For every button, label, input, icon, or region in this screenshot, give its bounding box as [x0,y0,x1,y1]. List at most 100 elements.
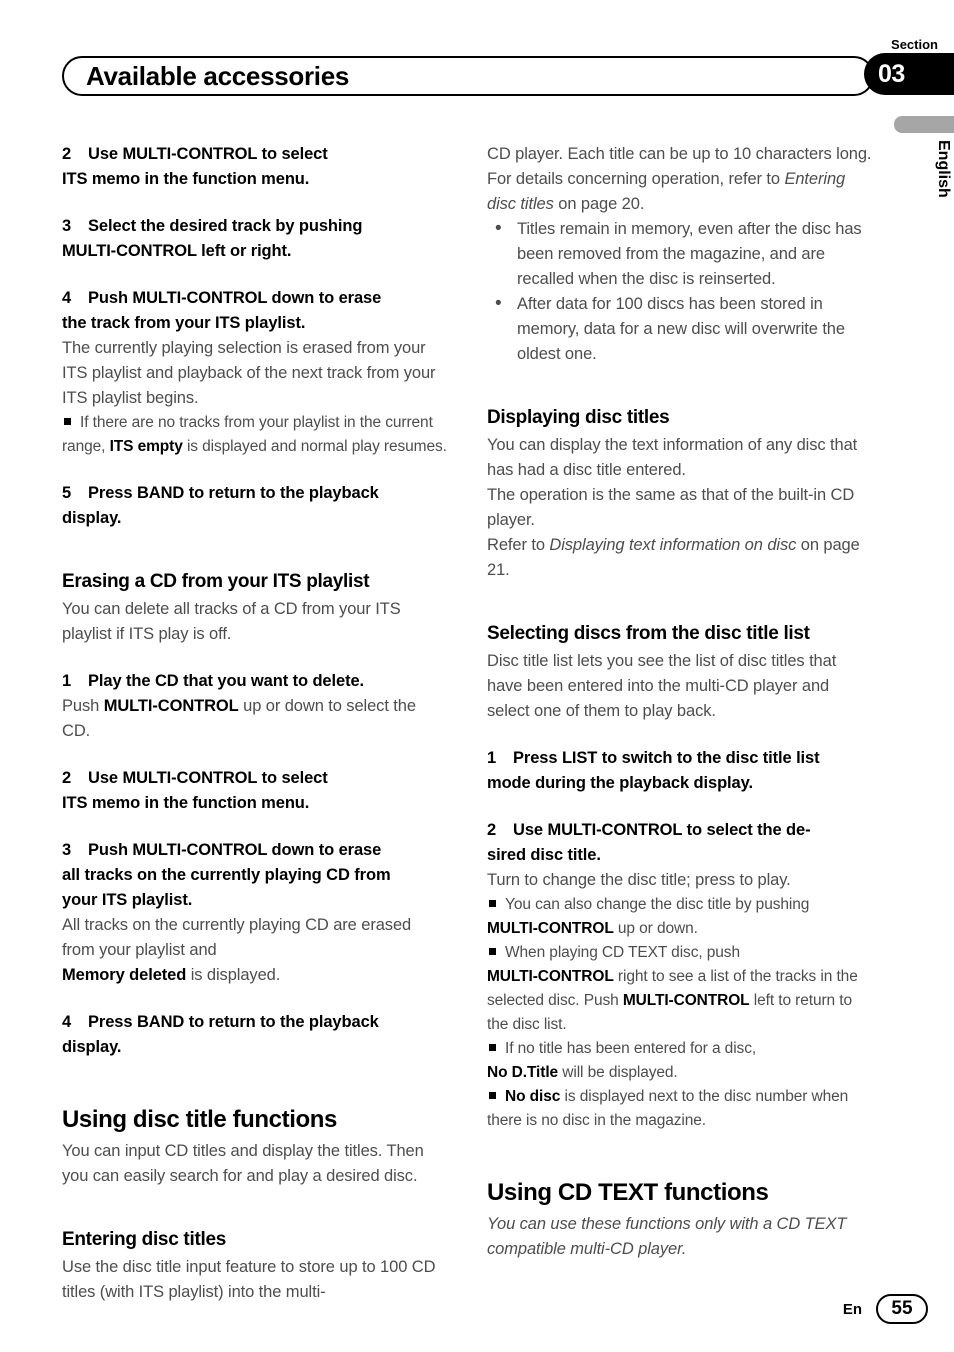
note-no-d-title: If no title has been entered for a disc,… [487,1037,873,1085]
step-number: 3 [62,841,72,859]
step-text: Push MULTI-CONTROL down to erase [88,289,382,307]
body-part1: For details concerning operation, refer … [487,170,785,188]
right-column: CD player. Each title can be up to 10 ch… [487,142,873,1262]
step-4-heading: 4 Push MULTI-CONTROL down to erase the tr… [62,286,448,336]
page-header: Section 03 Available accessories [0,0,954,112]
note-cd-text-disc: When playing CD TEXT disc, push MULTI-CO… [487,941,873,1037]
note-text-part2: up or down. [613,920,698,937]
note-emphasis-2: MULTI-CONTROL [622,992,750,1009]
bullet-item-overwrite-oldest: After data for 100 discs has been stored… [487,291,873,367]
continued-body-a: CD player. Each title can be up to 10 ch… [487,145,872,163]
step-text-line2: mode during the playback display. [487,774,753,792]
select-step-2-heading: 2 Use MULTI-CONTROL to select the de- sir… [487,818,873,868]
step-text-line2: sired disc title. [487,846,601,864]
erase-step-1-body: Push MULTI-CONTROL up or down to select … [62,694,448,744]
erase-step-3-heading: 3 Push MULTI-CONTROL down to erase all tr… [62,838,448,913]
step-text: Push MULTI-CONTROL down to erase [88,841,382,859]
body-italic-ref: Displaying text information on disc [549,536,797,554]
step-number: 2 [487,821,497,839]
square-bullet-icon [489,900,496,907]
selecting-discs-body: Disc title list lets you see the list of… [487,652,837,720]
step-text: Select the desired track by pushing [88,217,363,235]
displaying-body-a: You can display the text information of … [487,436,858,479]
heading-using-disc-title-functions: Using disc title functions [62,1106,337,1133]
step-text: Press LIST to switch to the disc title l… [513,749,820,767]
step-4-body: The currently playing selection is erase… [62,339,436,407]
continued-body-b: For details concerning operation, refer … [487,167,873,217]
bullet-item-titles-remain: Titles remain in memory, even after the … [487,216,873,292]
step-text: Use MULTI-CONTROL to select [88,145,328,163]
page-number-badge: 55 [876,1294,928,1324]
square-bullet-icon [489,948,496,955]
step-2-heading: 2 Use MULTI-CONTROL to select ITS memo in… [62,142,448,192]
heading-displaying-disc-titles: Displaying disc titles [487,407,670,428]
footer-language-code: En [842,1300,862,1318]
displaying-body-b: The operation is the same as that of the… [487,486,855,529]
body-part2: is displayed. [186,966,281,984]
step-number: 4 [62,289,72,307]
heading-selecting-discs: Selecting discs from the disc title list [487,623,810,644]
note-emphasis: No disc [505,1088,561,1105]
note-emphasis: ITS empty [109,438,183,455]
step-text: Press BAND to return to the playback [88,484,379,502]
erase-step-2-heading: 2 Use MULTI-CONTROL to select ITS memo in… [62,766,448,816]
section-number-badge: 03 [864,53,954,95]
left-column: 2 Use MULTI-CONTROL to select ITS memo in… [62,142,448,1305]
step-number: 2 [62,145,72,163]
erase-step-4-heading: 4 Press BAND to return to the playback di… [62,1010,448,1060]
heading-erasing-cd: Erasing a CD from your ITS playlist [62,571,370,592]
step-5-heading: 5 Press BAND to return to the playback di… [62,481,448,531]
step-text-line2: ITS memo in the function menu. [62,794,310,812]
heading-entering-disc-titles: Entering disc titles [62,1229,226,1250]
select-step-1-heading: 1 Press LIST to switch to the disc title … [487,746,873,796]
body-part1: Push [62,697,104,715]
body-part1: Refer to [487,536,550,554]
note-text-part1: You can also change the disc title by pu… [505,896,810,913]
step-number: 4 [62,1013,72,1031]
step-text-line2: ITS memo in the function menu. [62,170,310,188]
step-text: Use MULTI-CONTROL to select the de- [513,821,811,839]
step-number: 2 [62,769,72,787]
erasing-cd-body: You can delete all tracks of a CD from y… [62,600,401,643]
page-footer: En 55 [843,1294,928,1324]
step-text: Play the CD that you want to delete. [88,672,365,690]
note-emphasis: MULTI-CONTROL [487,920,614,937]
step-number: 1 [487,749,497,767]
square-bullet-icon [489,1044,496,1051]
step-text: Press BAND to return to the playback [88,1013,379,1031]
body-emphasis: MULTI-CONTROL [103,697,239,715]
entering-disc-titles-body: Use the disc title input feature to stor… [62,1258,436,1301]
step-text-line2: display. [62,1038,122,1056]
step-number: 1 [62,672,72,690]
step-number: 3 [62,217,72,235]
erase-step-3-body: All tracks on the currently playing CD a… [62,913,448,988]
note-change-disc-title: You can also change the disc title by pu… [487,893,873,941]
square-bullet-icon [489,1092,496,1099]
note-its-empty: If there are no tracks from your playlis… [62,411,448,459]
note-emphasis-1: MULTI-CONTROL [487,968,614,985]
note-text-part1: When playing CD TEXT disc, push [505,944,740,961]
using-disc-title-body: You can input CD titles and display the … [62,1142,424,1185]
step-text-line2: all tracks on the currently playing CD f… [62,866,391,884]
step-text: Use MULTI-CONTROL to select [88,769,328,787]
step-number: 5 [62,484,72,502]
step-text-line2: MULTI-CONTROL left or right. [62,242,292,260]
body-part1: All tracks on the currently playing CD a… [62,916,412,959]
select-step-2-body: Turn to change the disc title; press to … [487,871,791,889]
step-text-line2: display. [62,509,122,527]
step-3-heading: 3 Select the desired track by pushing MUL… [62,214,448,264]
body-emphasis: Memory deleted [62,966,187,984]
heading-using-cd-text-functions: Using CD TEXT functions [487,1179,769,1206]
language-tab-bar [894,116,954,133]
cd-text-functions-body: You can use these functions only with a … [487,1215,847,1258]
note-text-part2: is displayed and normal play resumes. [182,438,447,455]
note-text-part1: If no title has been entered for a disc, [505,1040,757,1057]
note-no-disc: No disc is displayed next to the disc nu… [487,1085,873,1133]
section-label: Section [891,37,938,52]
note-emphasis: No D.Title [487,1064,559,1081]
step-text-line2: the track from your ITS playlist. [62,314,306,332]
body-part2: on page 20. [553,195,645,213]
square-bullet-icon [64,418,71,425]
note-text-part2: will be displayed. [558,1064,678,1081]
displaying-body-c: Refer to Displaying text information on … [487,533,873,583]
